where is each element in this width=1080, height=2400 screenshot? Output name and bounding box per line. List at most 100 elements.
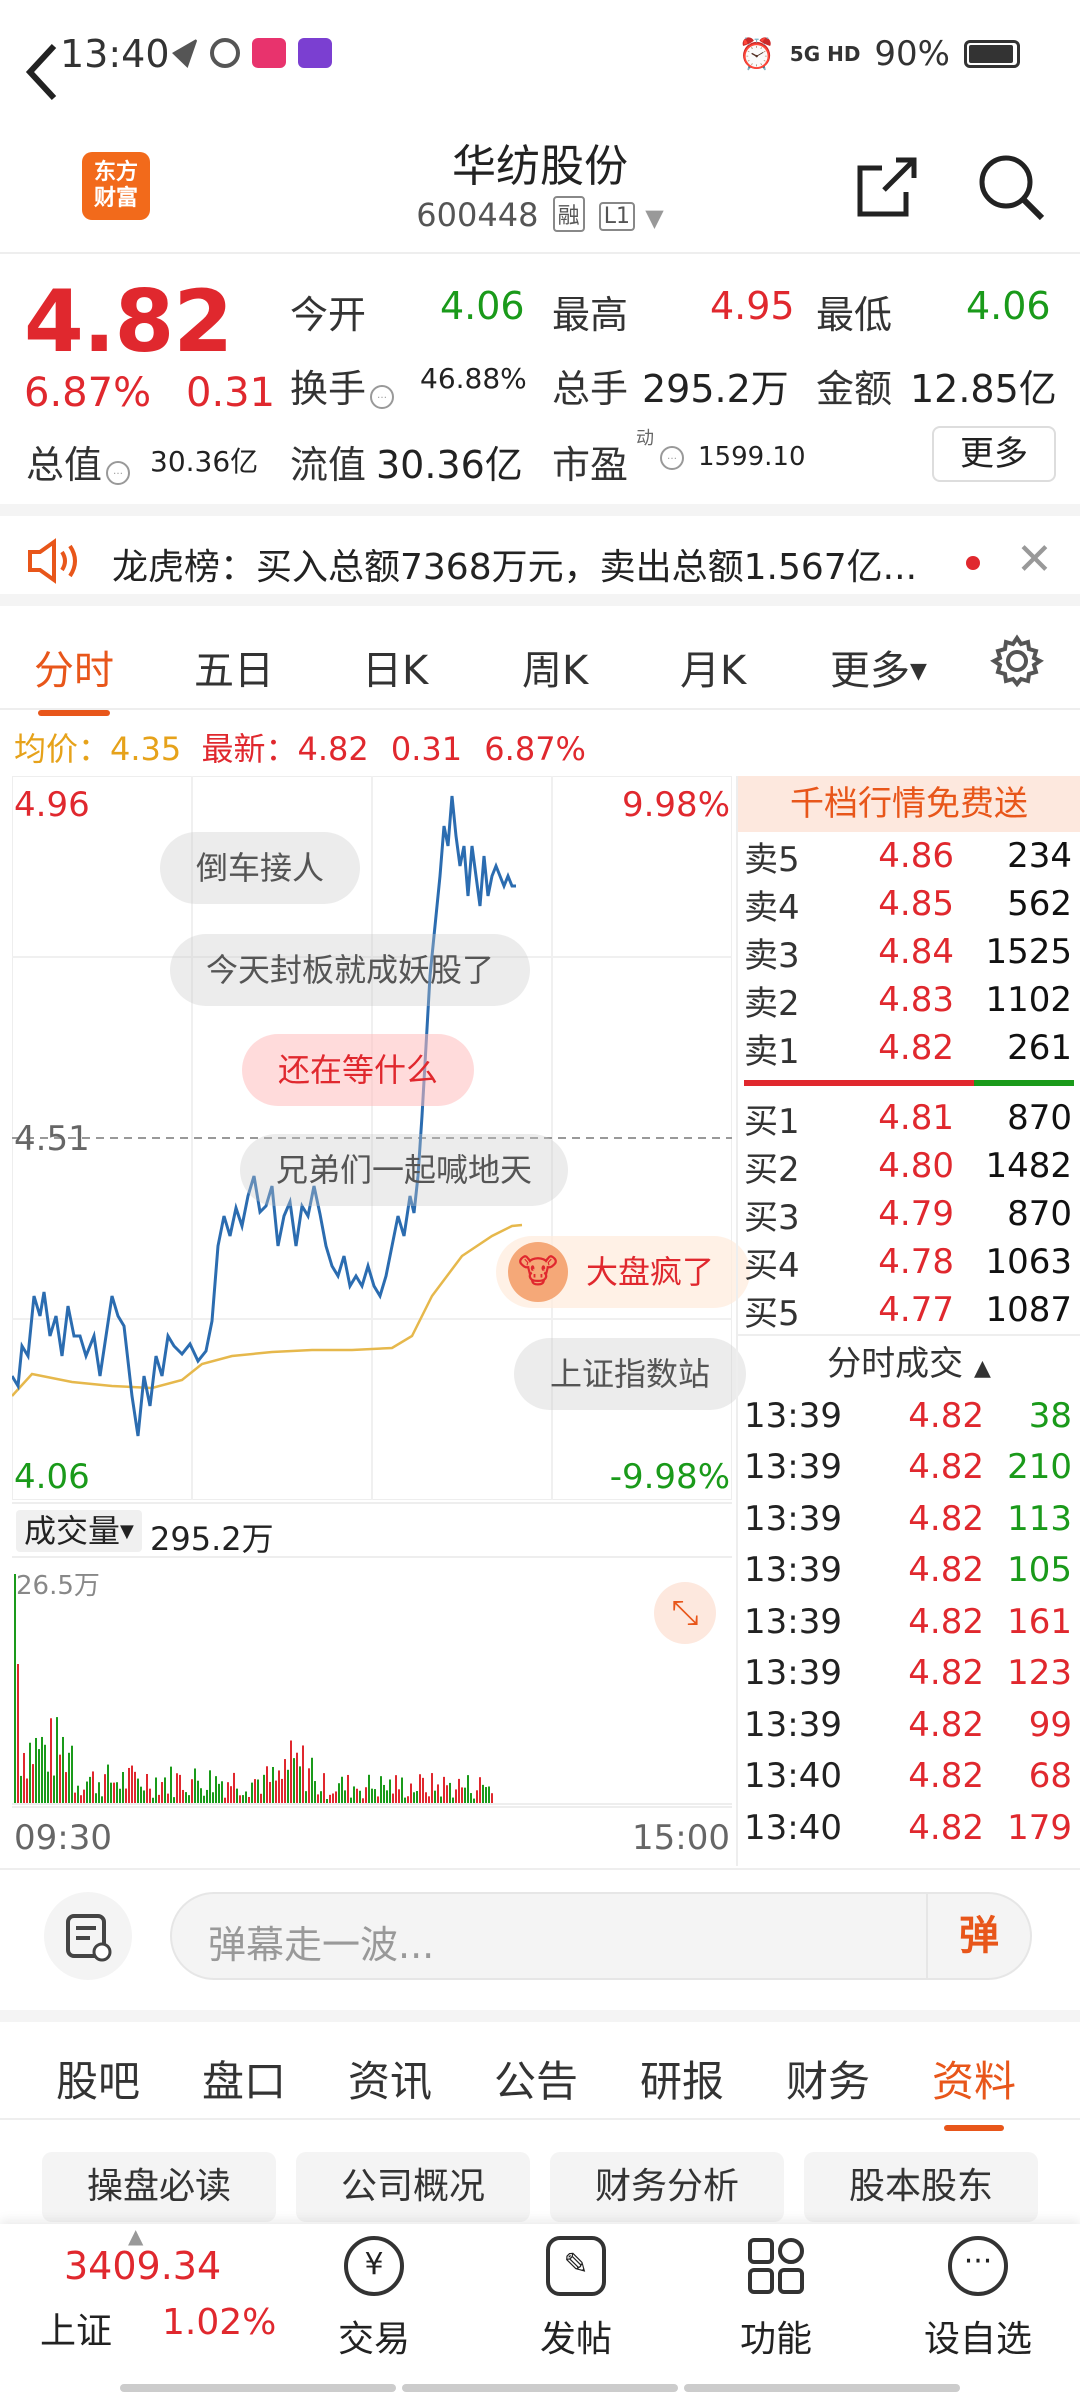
- notice-text: 龙虎榜：买入总额7368万元，卖出总额1.567亿...: [112, 547, 918, 588]
- level-price: 4.82: [878, 1028, 954, 1068]
- price-summary-line: 均价：4.35 最新：4.82 0.31 6.87%: [14, 724, 586, 770]
- volume-bar: [212, 1792, 214, 1804]
- send-danmaku-button[interactable]: 弹: [926, 1894, 1030, 1978]
- level-name: 卖2: [744, 983, 800, 1024]
- volume-bar: [209, 1770, 211, 1804]
- tab-intraday[interactable]: 分时: [34, 638, 114, 716]
- volume-bar: [194, 1768, 196, 1804]
- volume-bar: [380, 1776, 382, 1804]
- volume-bar: [431, 1773, 433, 1804]
- volume-bar: [257, 1779, 259, 1804]
- info-icon[interactable]: …: [106, 461, 131, 485]
- volume-bar: [230, 1786, 232, 1804]
- dragon-tiger-notice[interactable]: 龙虎榜：买入总额7368万元，卖出总额1.567亿... ✕: [0, 504, 1080, 606]
- level-name: 买2: [744, 1149, 800, 1190]
- volume-bar: [59, 1754, 61, 1804]
- danmaku-bubble[interactable]: 还在等什么: [242, 1034, 475, 1106]
- volume-bar: [26, 1778, 28, 1804]
- volume-bar: [161, 1782, 163, 1804]
- tab-announcements[interactable]: 公告: [494, 2048, 578, 2109]
- tab-finance[interactable]: 财务: [786, 2048, 870, 2109]
- danmaku-settings-icon[interactable]: [44, 1892, 132, 1980]
- close-icon[interactable]: ✕: [1016, 534, 1053, 585]
- volume-indicator-select[interactable]: 成交量▼: [16, 1510, 142, 1552]
- settings-gear-icon[interactable]: [990, 634, 1044, 698]
- search-icon[interactable]: [976, 152, 1046, 222]
- volume-bar: [317, 1794, 319, 1804]
- level-data-banner[interactable]: 千档行情免费送: [738, 776, 1080, 832]
- tab-daily-k[interactable]: 日K: [362, 638, 428, 696]
- tab-research[interactable]: 研报: [640, 2048, 724, 2109]
- tab-more-label: 更多: [830, 648, 910, 694]
- bottom-percent-label: -9.98%: [610, 1457, 730, 1497]
- info-icon[interactable]: …: [370, 385, 395, 409]
- tab-news[interactable]: 资讯: [348, 2048, 432, 2109]
- nav-trade-label: 交易: [337, 2319, 410, 2360]
- volume-bar: [137, 1778, 139, 1804]
- back-icon[interactable]: [22, 40, 72, 110]
- open-label: 今开: [290, 293, 367, 337]
- nav-post[interactable]: ✎ 发帖: [516, 2236, 636, 2362]
- volume-bar: [86, 1781, 88, 1804]
- tab-five-day[interactable]: 五日: [194, 638, 274, 696]
- more-button[interactable]: 更多: [932, 426, 1056, 482]
- nav-add-watchlist[interactable]: ··· 设自选: [918, 2236, 1038, 2362]
- tab-weekly-k[interactable]: 周K: [522, 638, 588, 696]
- tab-monthly-k[interactable]: 月K: [680, 638, 746, 696]
- level-qty: 1482: [985, 1146, 1072, 1186]
- volume-bar: [107, 1764, 109, 1804]
- volume-bar: [44, 1744, 46, 1804]
- unread-dot: [966, 556, 980, 570]
- expand-icon[interactable]: ⤡: [654, 1582, 716, 1644]
- trade-qty: 123: [1007, 1653, 1072, 1694]
- level-name: 卖4: [744, 887, 800, 928]
- volume-bar: [128, 1767, 130, 1804]
- danmaku-input[interactable]: 弹幕走一波... 弹: [170, 1892, 1032, 1980]
- volume-bar: [83, 1789, 85, 1804]
- status-bar: 13:40 ⏰ 5G HD 90%: [0, 0, 1080, 112]
- stock-code-row[interactable]: 600448 融 L1 ▼: [340, 196, 740, 234]
- caret-down-icon: ▼: [120, 1521, 134, 1542]
- volume-bar: [77, 1785, 79, 1804]
- volume-bar: [176, 1773, 178, 1804]
- tab-pankou[interactable]: 盘口: [202, 2048, 286, 2109]
- info-icon[interactable]: …: [660, 446, 684, 470]
- pe-value: 1599.10: [698, 442, 806, 472]
- volume-bar: [110, 1782, 112, 1804]
- volume-bar: [455, 1789, 457, 1804]
- volume-bar: [143, 1790, 145, 1804]
- volume-bar: [443, 1776, 445, 1804]
- trades-header[interactable]: 分时成交 ▲: [738, 1334, 1080, 1390]
- tab-profile[interactable]: 资料: [932, 2048, 1016, 2131]
- share-icon[interactable]: [856, 156, 918, 218]
- danmaku-bubble[interactable]: 兄弟们一起喊地天: [240, 1134, 569, 1206]
- subtab-trading-guide[interactable]: 操盘必读: [42, 2152, 276, 2222]
- margin-tag: 融: [552, 196, 585, 232]
- nav-trade[interactable]: ¥ 交易: [314, 2236, 434, 2362]
- index-value[interactable]: 3409.34: [64, 2244, 221, 2288]
- danmaku-bubble[interactable]: 🐮 大盘疯了: [496, 1236, 751, 1308]
- volume-bar: [167, 1793, 169, 1804]
- volume-bar: [185, 1792, 187, 1804]
- danmaku-bubble[interactable]: 上证指数站: [514, 1338, 747, 1410]
- trade-price: 4.82: [908, 1653, 984, 1694]
- volume-bar: [221, 1781, 223, 1804]
- volume-bar: [467, 1775, 469, 1804]
- subtab-company-overview[interactable]: 公司概况: [296, 2152, 530, 2222]
- nav-functions[interactable]: 功能: [716, 2236, 836, 2362]
- level-name: 买3: [744, 1197, 800, 1238]
- volume-bar: [422, 1777, 424, 1804]
- mktcap-label: 总值…: [26, 434, 131, 489]
- tab-guba[interactable]: 股吧: [56, 2048, 140, 2109]
- subtab-shareholders[interactable]: 股本股东: [804, 2152, 1038, 2222]
- subtab-financial-analysis[interactable]: 财务分析: [550, 2152, 784, 2222]
- top-percent-label: 9.98%: [622, 785, 730, 825]
- danmaku-bubble[interactable]: 今天封板就成妖股了: [170, 934, 531, 1006]
- volume-bar: [272, 1766, 274, 1804]
- danmaku-bubble[interactable]: 倒车接人: [160, 832, 361, 904]
- last-label: 最新：: [201, 730, 298, 768]
- volume-bar: [356, 1788, 358, 1804]
- tab-more[interactable]: 更多▼: [830, 638, 927, 696]
- volume-bar: [233, 1772, 235, 1804]
- volume-bar: [116, 1782, 118, 1804]
